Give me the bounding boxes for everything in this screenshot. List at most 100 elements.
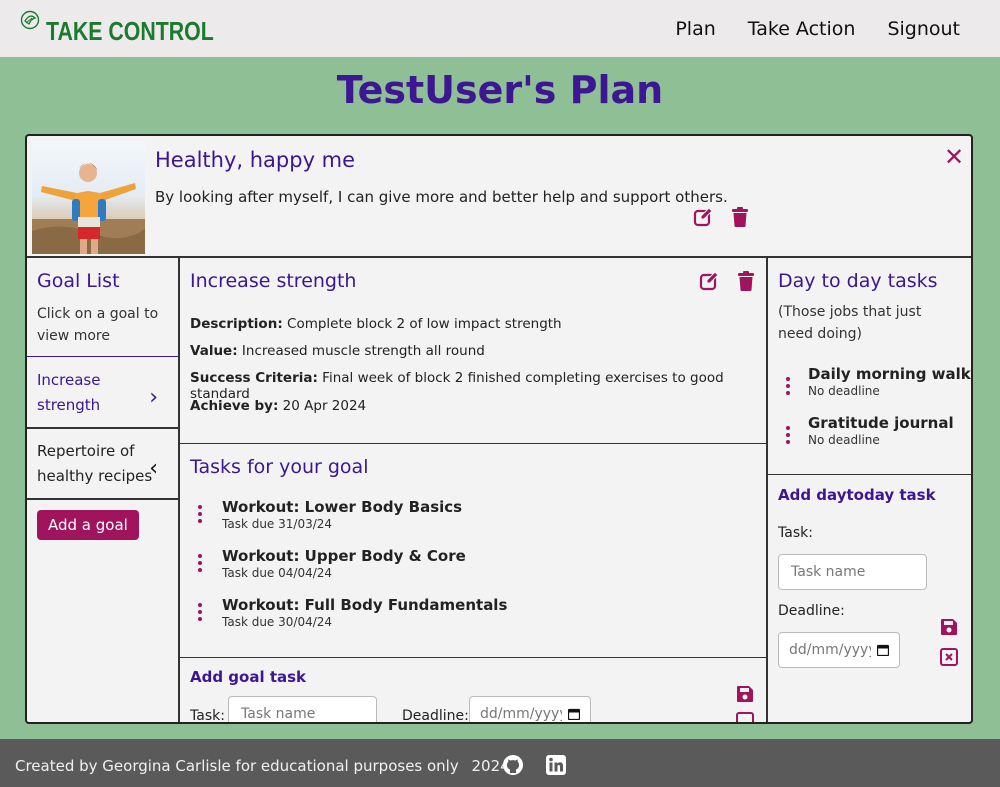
task-title: Workout: Full Body Fundamentals xyxy=(222,596,508,614)
goal-task-item[interactable]: Workout: Upper Body & Core Task due 04/0… xyxy=(198,547,466,580)
task-due: Task due 31/03/24 xyxy=(222,517,333,531)
linkedin-icon[interactable] xyxy=(545,754,567,776)
close-icon: ✕ xyxy=(943,143,965,171)
divider xyxy=(180,657,766,658)
nav-signout[interactable]: Signout xyxy=(887,18,960,40)
goal-title: Increase strength xyxy=(190,270,357,292)
plan-card: Healthy, happy me By looking after mysel… xyxy=(25,134,973,724)
divider xyxy=(768,474,971,475)
cancel-icon xyxy=(736,712,754,722)
goal-list-panel: Goal List Click on a goal to view more I… xyxy=(27,258,180,722)
goal-detail-panel: Increase strength Description: Complete … xyxy=(180,258,768,722)
task-title: Gratitude journal xyxy=(808,414,954,432)
plan-description: By looking after myself, I can give more… xyxy=(155,188,728,206)
value-value: Increased muscle strength all round xyxy=(241,343,485,359)
goal-item-healthy-recipes[interactable]: Repertoire of healthy recipes ‹ xyxy=(27,439,178,489)
kebab-menu-icon[interactable] xyxy=(786,377,792,398)
footer-text: Created by Georgina Carlisle for educati… xyxy=(15,757,510,775)
task-label: Task: xyxy=(190,708,225,724)
leaf-logo-icon xyxy=(20,10,40,30)
daily-task-item[interactable]: Daily morning walk No deadline xyxy=(786,365,971,398)
add-goal-button[interactable]: Add a goal xyxy=(37,510,139,540)
footer-credit: Created by Georgina Carlisle for educati… xyxy=(15,757,459,775)
footer: Created by Georgina Carlisle for educati… xyxy=(0,739,1000,787)
divider xyxy=(180,443,766,444)
kebab-menu-icon[interactable] xyxy=(786,426,792,447)
cancel-daily-task-button[interactable] xyxy=(938,646,960,668)
date-placeholder: dd/mm/yyyy xyxy=(789,642,871,658)
deadline-label: Deadline: xyxy=(778,603,845,619)
kebab-menu-icon[interactable] xyxy=(198,554,204,580)
brand[interactable]: TAKE CONTROL xyxy=(20,10,251,47)
goal-item-increase-strength[interactable]: Increase strength › xyxy=(27,368,178,418)
goal-task-item[interactable]: Workout: Full Body Fundamentals Task due… xyxy=(198,596,507,629)
woman-outdoors-illustration xyxy=(32,162,145,254)
edit-icon xyxy=(693,207,713,227)
close-plan-button[interactable]: ✕ xyxy=(943,143,965,171)
task-title: Daily morning walk xyxy=(808,365,971,383)
save-goal-task-button[interactable] xyxy=(734,683,756,705)
divider xyxy=(27,498,178,500)
delete-goal-button[interactable] xyxy=(735,270,757,292)
task-deadline: No deadline xyxy=(808,384,880,398)
task-deadline: No deadline xyxy=(808,433,880,447)
save-daily-task-button[interactable] xyxy=(938,616,960,638)
value-label: Value: xyxy=(190,343,238,359)
delete-plan-button[interactable] xyxy=(729,206,751,228)
plan-image xyxy=(32,141,145,254)
deadline-label: Deadline: xyxy=(402,708,469,724)
daily-hint: (Those jobs that just need doing) xyxy=(778,304,922,342)
task-title: Workout: Upper Body & Core xyxy=(222,547,466,565)
day-to-day-panel: Day to day tasks (Those jobs that just n… xyxy=(768,258,971,722)
plan-title: Healthy, happy me xyxy=(155,148,356,172)
nav-take-action[interactable]: Take Action xyxy=(748,18,856,40)
kebab-menu-icon[interactable] xyxy=(198,603,204,629)
task-title: Workout: Lower Body Basics xyxy=(222,498,463,516)
chevron-right-icon: › xyxy=(149,385,158,410)
task-due: Task due 04/04/24 xyxy=(222,566,333,580)
main-nav: Plan Take Action Signout xyxy=(675,18,960,40)
goal-tasks-title: Tasks for your goal xyxy=(190,456,369,478)
divider xyxy=(27,356,178,357)
achieve-label: Achieve by: xyxy=(190,398,279,414)
add-goal-task-title: Add goal task xyxy=(190,668,307,686)
goal-task-deadline-input[interactable]: dd/mm/yyyy xyxy=(469,696,591,722)
add-daily-task-title: Add daytoday task xyxy=(778,486,936,504)
description-value: Complete block 2 of low impact strength xyxy=(287,316,562,332)
daily-task-name-input[interactable]: Task name xyxy=(778,554,927,590)
goal-achieve-by: Achieve by: 20 Apr 2024 xyxy=(190,398,366,414)
edit-icon xyxy=(699,271,719,291)
save-icon xyxy=(737,686,753,702)
daily-task-item[interactable]: Gratitude journal No deadline xyxy=(786,414,954,447)
edit-plan-button[interactable] xyxy=(692,206,714,228)
daily-task-deadline-input[interactable]: dd/mm/yyyy xyxy=(778,632,900,668)
top-navbar: TAKE CONTROL Plan Take Action Signout xyxy=(0,0,1000,57)
plan-header: Healthy, happy me By looking after mysel… xyxy=(27,136,971,258)
trash-icon xyxy=(732,207,748,227)
edit-goal-button[interactable] xyxy=(698,270,720,292)
cancel-goal-task-button[interactable] xyxy=(734,710,756,722)
goal-task-name-input[interactable]: Task name xyxy=(228,696,377,722)
kebab-menu-icon[interactable] xyxy=(198,505,204,531)
page-title: TestUser's Plan xyxy=(336,68,664,112)
brand-name: TAKE CONTROL xyxy=(46,16,214,46)
calendar-icon xyxy=(877,644,889,656)
goal-value: Value: Increased muscle strength all rou… xyxy=(190,343,485,359)
task-due: Task due 30/04/24 xyxy=(222,615,333,629)
goal-list-title: Goal List xyxy=(37,270,120,292)
date-placeholder: dd/mm/yyyy xyxy=(480,706,562,722)
divider xyxy=(27,427,178,429)
github-icon[interactable] xyxy=(502,754,524,776)
task-label: Task: xyxy=(778,525,813,541)
nav-plan[interactable]: Plan xyxy=(675,18,715,40)
achieve-value: 20 Apr 2024 xyxy=(282,398,367,414)
chevron-left-icon: ‹ xyxy=(149,456,158,481)
success-label: Success Criteria: xyxy=(190,370,318,386)
goal-description: Description: Complete block 2 of low imp… xyxy=(190,316,562,332)
save-icon xyxy=(941,619,957,635)
goal-list-hint: Click on a goal to view more xyxy=(37,306,159,344)
trash-icon xyxy=(738,271,754,291)
description-label: Description: xyxy=(190,316,283,332)
goal-task-item[interactable]: Workout: Lower Body Basics Task due 31/0… xyxy=(198,498,462,531)
cancel-icon xyxy=(940,648,958,666)
